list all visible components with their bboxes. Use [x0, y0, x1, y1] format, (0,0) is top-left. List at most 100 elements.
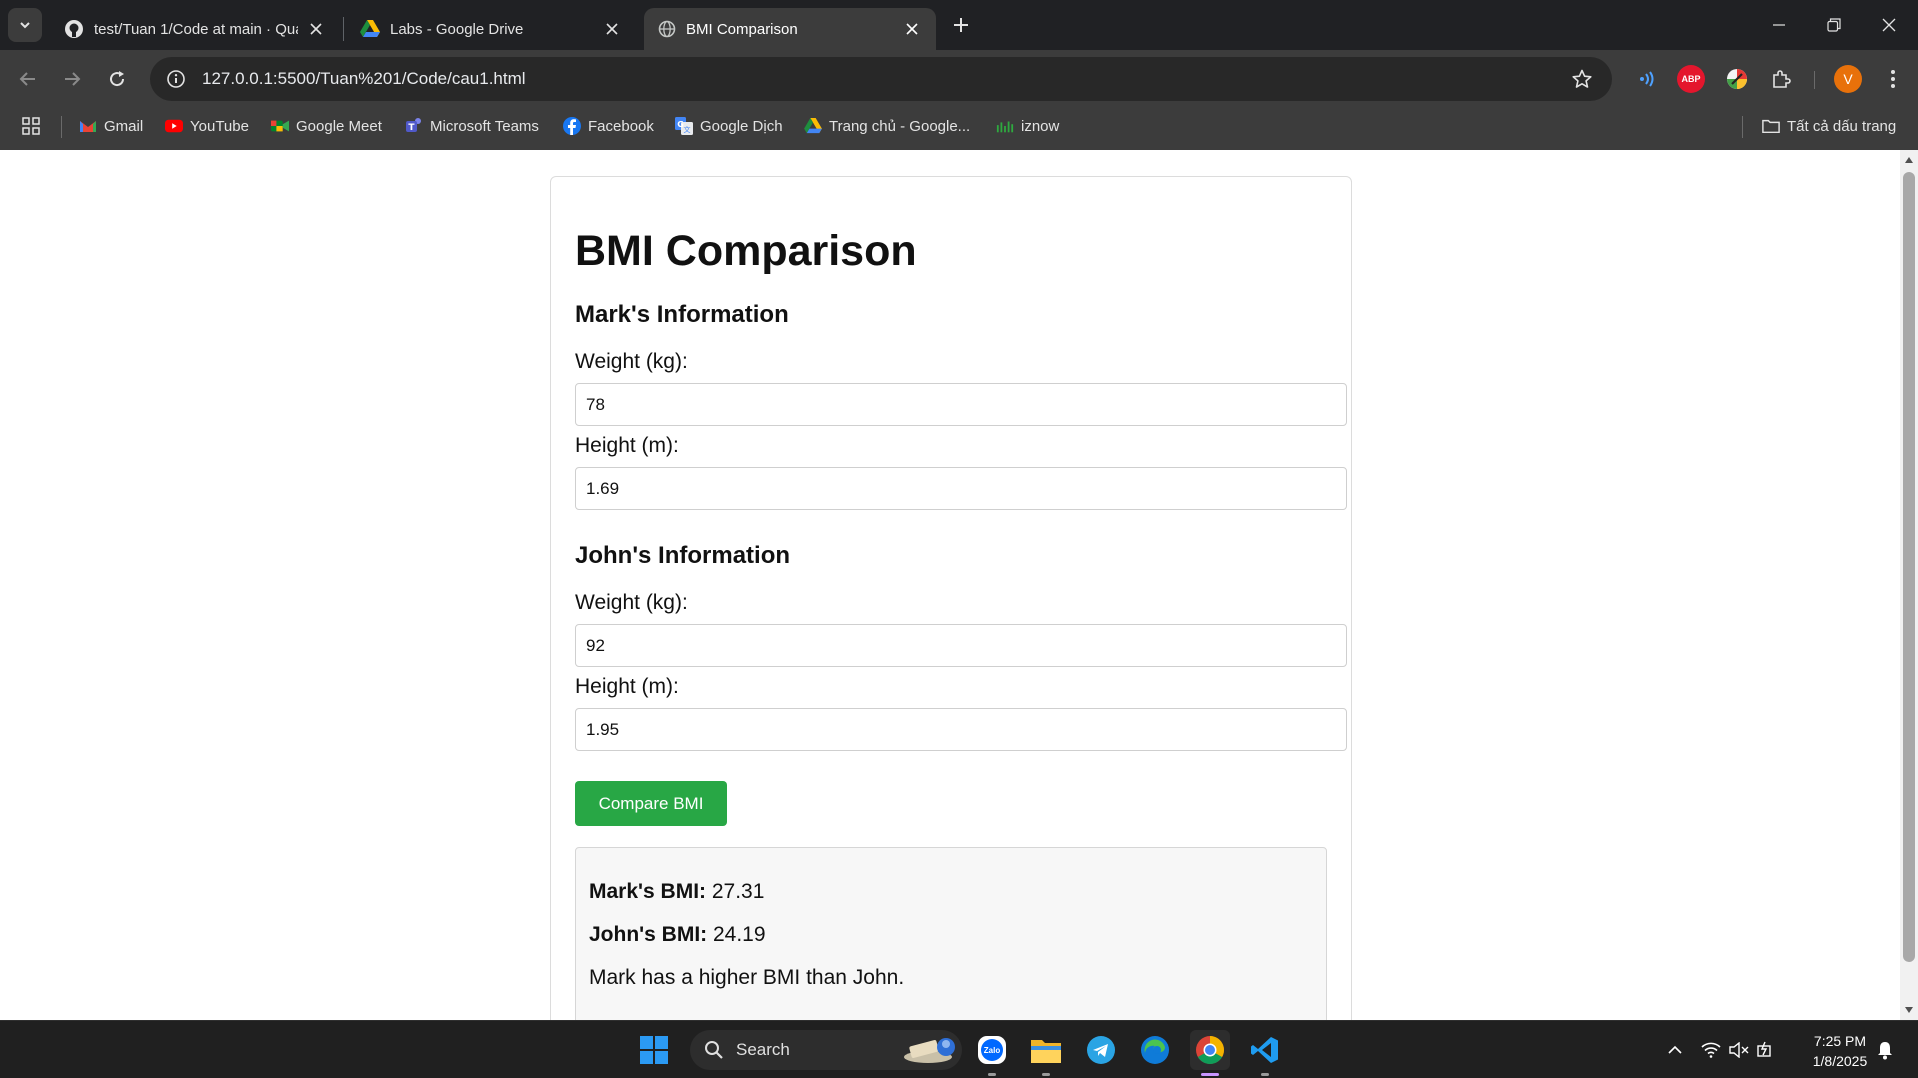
avatar-initial: V [1843, 71, 1853, 87]
extensions-puzzle-icon[interactable] [1767, 65, 1795, 93]
close-icon[interactable] [902, 19, 922, 39]
all-bookmarks-button[interactable]: Tất cả dấu trang [1762, 108, 1896, 144]
john-height-label: Height (m): [575, 675, 679, 698]
scroll-up-icon[interactable] [1904, 155, 1914, 165]
google-meet-icon [271, 117, 289, 135]
reload-icon [110, 71, 125, 87]
edge-icon [1141, 1036, 1169, 1064]
restore-button[interactable] [1811, 8, 1857, 42]
new-tab-button[interactable] [948, 12, 974, 38]
menu-kebab-icon[interactable] [1879, 65, 1907, 93]
vscode-icon [1251, 1037, 1278, 1063]
adblock-plus-icon[interactable]: ABP [1677, 65, 1705, 93]
taskbar-zalo[interactable]: Zalo [972, 1030, 1012, 1076]
result-panel: Mark's BMI: 27.31 John's BMI: 24.19 Mark… [575, 847, 1327, 1020]
forward-button[interactable] [56, 63, 88, 95]
bookmark-google-translate[interactable]: G文 Google Dịch [675, 108, 783, 144]
search-label: Search [736, 1040, 790, 1059]
running-indicator [1042, 1073, 1050, 1076]
telegram-icon [1087, 1036, 1115, 1064]
page-viewport: BMI Comparison Mark's Information Weight… [0, 150, 1900, 1020]
minimize-button[interactable] [1756, 8, 1802, 42]
tab-google-drive[interactable]: Labs - Google Drive [346, 8, 636, 50]
back-arrow-icon [19, 72, 35, 86]
taskbar-vscode[interactable] [1245, 1030, 1285, 1076]
chevron-down-icon [20, 22, 30, 29]
john-bmi-label: John's BMI: [589, 923, 708, 946]
read-aloud-extension-icon[interactable] [1633, 65, 1661, 93]
google-drive-icon [804, 117, 822, 135]
page-scrollbar[interactable] [1900, 150, 1918, 1020]
tab-strip: test/Tuan 1/Code at main · Qua Labs - Go… [0, 0, 1918, 50]
john-bmi-value: 24.19 [707, 923, 766, 946]
battery-charging-icon[interactable] [1752, 1041, 1780, 1059]
compare-bmi-button[interactable]: Compare BMI [575, 781, 727, 826]
bookmark-label: YouTube [190, 117, 249, 135]
bookmark-gmail[interactable]: Gmail [79, 108, 143, 144]
bookmark-label: Google Meet [296, 117, 382, 135]
mark-bmi-label: Mark's BMI: [589, 880, 707, 903]
tab-search-button[interactable] [8, 8, 42, 42]
bookmark-label: Google Dịch [700, 117, 783, 135]
chevron-up-icon[interactable] [1662, 1045, 1688, 1055]
color-picker-extension-icon[interactable] [1723, 65, 1751, 93]
tab-title: BMI Comparison [686, 20, 798, 38]
apps-grid-icon[interactable] [22, 108, 40, 144]
site-info-icon[interactable] [154, 57, 198, 101]
wifi-icon[interactable] [1696, 1042, 1726, 1058]
bookmark-google-drive-home[interactable]: Trang chủ - Google... [804, 108, 970, 144]
close-icon [1882, 18, 1896, 32]
chrome-icon [1196, 1036, 1224, 1064]
volume-muted-icon[interactable] [1726, 1042, 1752, 1058]
mark-height-label: Height (m): [575, 434, 679, 457]
close-window-button[interactable] [1866, 8, 1912, 42]
folder-icon [1762, 117, 1780, 135]
bookmark-microsoft-teams[interactable]: T Microsoft Teams [405, 108, 539, 144]
globe-icon [658, 20, 676, 38]
taskbar-chrome[interactable] [1190, 1030, 1230, 1076]
taskbar-search-box[interactable]: Search [690, 1030, 962, 1070]
youtube-icon [165, 117, 183, 135]
bookmark-youtube[interactable]: YouTube [165, 108, 249, 144]
minimize-icon [1773, 24, 1785, 26]
folder-icon [1031, 1040, 1061, 1063]
back-button[interactable] [12, 63, 44, 95]
close-icon[interactable] [306, 19, 326, 39]
profile-avatar[interactable]: V [1834, 65, 1862, 93]
john-weight-input[interactable] [575, 624, 1347, 667]
tab-separator [343, 17, 344, 41]
scrollbar-thumb[interactable] [1903, 172, 1915, 962]
search-highlight-icon [904, 1038, 955, 1063]
bookmark-label: Gmail [104, 117, 144, 135]
svg-text:T: T [408, 123, 415, 133]
bookmark-google-meet[interactable]: Google Meet [271, 108, 382, 144]
john-height-input[interactable] [575, 708, 1347, 751]
browser-toolbar: 127.0.0.1:5500/Tuan%201/Code/cau1.html A… [0, 50, 1918, 108]
windows-start-button[interactable] [634, 1030, 674, 1070]
search-icon [705, 1041, 723, 1059]
reload-button[interactable] [101, 63, 133, 95]
tab-bmi-comparison[interactable]: BMI Comparison [644, 8, 936, 50]
url-text[interactable]: 127.0.0.1:5500/Tuan%201/Code/cau1.html [202, 69, 1562, 89]
close-icon[interactable] [602, 19, 622, 39]
bookmark-facebook[interactable]: Facebook [563, 108, 654, 144]
mark-weight-input[interactable] [575, 383, 1347, 426]
running-indicator [1261, 1073, 1269, 1076]
taskbar-telegram[interactable] [1081, 1030, 1121, 1070]
scroll-down-icon[interactable] [1904, 1005, 1914, 1015]
address-bar[interactable]: 127.0.0.1:5500/Tuan%201/Code/cau1.html [150, 57, 1612, 101]
john-weight-label: Weight (kg): [575, 591, 688, 614]
bookmark-star-icon[interactable] [1562, 59, 1602, 99]
mark-height-input[interactable] [575, 467, 1347, 510]
tab-github[interactable]: test/Tuan 1/Code at main · Qua [50, 8, 340, 50]
abp-label: ABP [1681, 74, 1701, 84]
facebook-icon [563, 117, 581, 135]
notification-bell-icon[interactable] [1870, 1030, 1900, 1070]
taskbar-edge[interactable] [1135, 1030, 1175, 1070]
teams-icon: T [405, 117, 423, 135]
comparison-message: Mark has a higher BMI than John. [589, 966, 905, 989]
taskbar-file-explorer[interactable] [1026, 1030, 1066, 1076]
bookmark-iznow[interactable]: iznow [996, 108, 1059, 144]
running-indicator [988, 1073, 996, 1076]
windows-taskbar: Search Zalo 7:25 PM 1/8/2025 [0, 1020, 1918, 1078]
